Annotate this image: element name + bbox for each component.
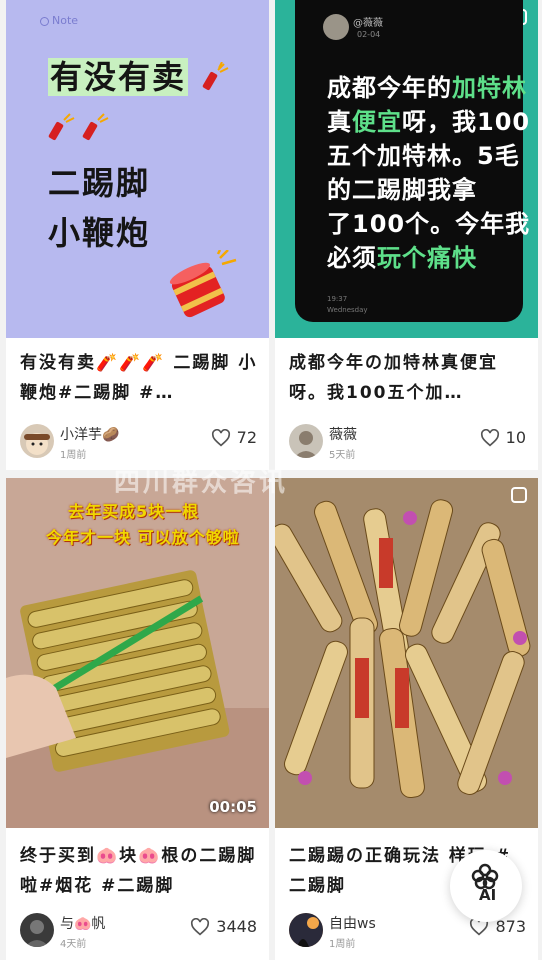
firecracker-icon [202, 62, 229, 91]
ai-assistant-button[interactable]: AI [450, 850, 522, 922]
firecracker-box-photo [275, 478, 538, 828]
cover-text: 五个加特林。5毛 [327, 142, 520, 170]
card-cover-image[interactable] [275, 478, 538, 828]
multi-image-icon [511, 487, 527, 503]
cover-text: 了100个。今年我 [327, 210, 531, 238]
cover-text-line: 成都今年的加特林 [327, 68, 527, 103]
cover-text: 的二踢脚我拿 [327, 176, 477, 204]
note-icon [40, 17, 49, 26]
cover-text: 必须 [327, 244, 377, 272]
like-button[interactable]: 10 [480, 428, 526, 447]
cover-text-highlight: 加特林 [452, 74, 527, 102]
cover-text: 成都今年的 [327, 74, 452, 102]
cover-text-line: 五个加特林。5毛 [327, 136, 520, 171]
card-cover-image[interactable]: @薇薇 02-04 成都今年的加特林 真便宜呀，我100 五个加特林。5毛 的二… [275, 0, 538, 338]
video-caption: 今年才一块 可以放个够啦 [46, 528, 240, 547]
post-title[interactable]: 终于买到🐽块🐽根の二踢脚啦#烟花 #二踢脚 [20, 841, 259, 901]
post-title[interactable]: 有没有卖🧨🧨🧨 二踢脚 小鞭炮#二踢脚 #… [20, 348, 259, 408]
cover-text-line: 必须玩个痛快 [327, 238, 477, 273]
note-label: Note [52, 14, 79, 27]
firecracker-bundle-icon [169, 250, 237, 318]
heart-icon [211, 428, 230, 446]
screenshot-user-name: @薇薇 [353, 18, 383, 29]
avatar [323, 14, 349, 40]
like-count: 10 [505, 428, 526, 447]
post-time: 5天前 [329, 450, 356, 461]
feed-card[interactable]: 去年买成5块一根 今年才一块 可以放个够啦 00:05 终于买到🐽块🐽根の二踢脚… [6, 478, 269, 960]
avatar[interactable] [289, 424, 323, 458]
cover-text: 二踢脚 [48, 164, 151, 202]
author-name[interactable]: 自由ws [329, 913, 376, 933]
cover-text-line: 真便宜呀，我100 [327, 102, 530, 137]
post-time: 1周前 [329, 939, 356, 950]
avatar[interactable] [289, 913, 323, 947]
screenshot-weekday: Wednesday [327, 306, 368, 314]
firecracker-icon [82, 113, 109, 141]
feed-card[interactable]: @薇薇 02-04 成都今年的加特林 真便宜呀，我100 五个加特林。5毛 的二… [275, 0, 538, 470]
ai-button-label: AI [479, 886, 497, 904]
cover-text: 有没有卖 [48, 58, 189, 96]
like-count: 3448 [216, 917, 257, 936]
feed-card[interactable]: Note 有没有卖 二踢脚 小鞭炮 有没有卖🧨🧨🧨 二踢脚 小鞭炮#二踢脚 #… [6, 0, 269, 470]
heart-icon [480, 428, 499, 446]
post-time: 1周前 [60, 450, 87, 461]
like-count: 72 [236, 428, 257, 447]
phone-screenshot: @薇薇 02-04 成都今年的加特林 真便宜呀，我100 五个加特林。5毛 的二… [295, 0, 529, 322]
like-count: 873 [495, 917, 526, 936]
cover-text-line: 的二踢脚我拿 [327, 170, 477, 205]
card-video-cover[interactable]: 去年买成5块一根 今年才一块 可以放个够啦 00:05 [6, 478, 269, 828]
cover-text-line: 有没有卖 [48, 52, 189, 98]
video-caption: 去年买成5块一根 [68, 502, 200, 521]
screenshot-clock: 19:37 [327, 295, 348, 303]
post-meta: 与🐽帆 4天前 3448 [20, 911, 259, 951]
cover-text: 呀，我100 [402, 108, 531, 136]
post-title[interactable]: 成都今年の加特林真便宜呀。我100五个加… [289, 348, 528, 408]
avatar[interactable] [20, 913, 54, 947]
like-button[interactable]: 3448 [190, 917, 257, 936]
post-meta: 薇薇 5天前 10 [289, 422, 528, 462]
post-time: 4天前 [60, 939, 87, 950]
post-meta: 小洋芋🥔 1周前 72 [20, 422, 259, 462]
like-button[interactable]: 72 [211, 428, 257, 447]
avatar[interactable] [20, 424, 54, 458]
video-duration: 00:05 [209, 798, 257, 816]
screenshot-date: 02-04 [357, 30, 381, 39]
cover-text-line: 了100个。今年我 [327, 204, 530, 239]
firecracker-icon [48, 113, 75, 141]
author-name[interactable]: 薇薇 [329, 424, 357, 444]
cover-text: 真 [327, 108, 352, 136]
cover-text-highlight: 玩个痛快 [377, 244, 477, 272]
watermark-text: 四川群众咨讯 [114, 468, 289, 498]
cover-text: 小鞭炮 [48, 214, 151, 252]
heart-icon [191, 917, 210, 935]
author-name[interactable]: 与🐽帆 [60, 913, 105, 933]
author-name[interactable]: 小洋芋🥔 [60, 424, 119, 444]
cover-text-highlight: 便宜 [352, 108, 402, 136]
card-cover-image[interactable]: Note 有没有卖 二踢脚 小鞭炮 [6, 0, 269, 338]
